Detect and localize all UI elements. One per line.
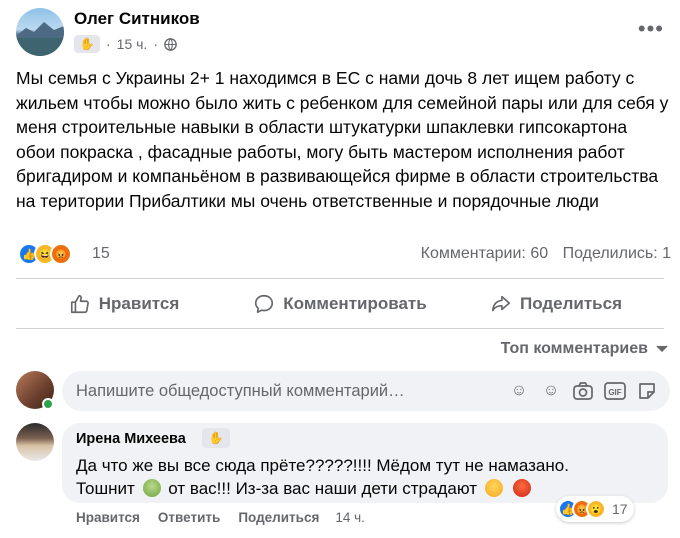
comment-reaction-count: 17 (612, 501, 628, 517)
shares-count[interactable]: Поделились: 1 (563, 245, 671, 262)
chevron-down-icon (656, 345, 668, 353)
post-meta: ✋ · 15 ч. · (74, 34, 177, 54)
share-button[interactable]: Поделиться (448, 286, 664, 322)
comment-icon (255, 294, 274, 314)
emoji-icon[interactable]: ☺ (540, 380, 562, 402)
comment-reply-link[interactable]: Ответить (158, 510, 220, 525)
reaction-icons[interactable]: 👍 😆 😡 (18, 243, 72, 265)
camera-icon[interactable] (572, 380, 594, 402)
sad-face-icon (484, 479, 503, 497)
post-actions: Нравится Комментировать Поделиться (16, 286, 664, 322)
comment-author[interactable]: Ирена Михеева (76, 431, 186, 447)
cursing-face-icon (513, 479, 532, 497)
svg-text:GIF: GIF (608, 388, 621, 397)
comment-reactions[interactable]: 👍 😡 😮 17 (556, 496, 634, 522)
wave-hand-icon: ✋ (202, 428, 230, 448)
post-stats: Комментарии: 60 Поделились: 1 (421, 245, 671, 263)
comment-time[interactable]: 14 ч. (335, 510, 365, 525)
avatar-sticker-icon[interactable]: ☺ (508, 380, 530, 402)
comment-input[interactable]: Напишите общедоступный комментарий… ☺ ☺ … (62, 371, 670, 411)
online-status-indicator (42, 398, 54, 410)
comment-share-link[interactable]: Поделиться (238, 510, 319, 525)
gif-icon[interactable]: GIF (604, 380, 626, 402)
share-label: Поделиться (519, 294, 623, 313)
wow-reaction-icon: 😮 (586, 499, 606, 519)
comment-bubble: Ирена Михеева ✋ Да что же вы все сюда пр… (62, 423, 668, 503)
nauseated-face-icon (142, 479, 161, 497)
author-name[interactable]: Олег Ситников (74, 9, 200, 29)
commenter-avatar[interactable] (16, 423, 54, 461)
more-options-icon[interactable]: ••• (638, 16, 664, 42)
comment-sort-dropdown[interactable]: Топ комментариев (501, 340, 668, 358)
divider (16, 278, 664, 279)
reaction-count[interactable]: 15 (92, 245, 110, 263)
comment-actions: Нравится Ответить Поделиться 14 ч. (76, 510, 383, 525)
like-label: Нравится (98, 294, 180, 313)
composer-icons: ☺ ☺ GIF (508, 380, 658, 402)
divider (16, 328, 664, 329)
post-header: Олег Ситников ✋ · 15 ч. · ••• (0, 0, 680, 62)
sort-label: Топ комментариев (500, 340, 648, 357)
comment-input-placeholder: Напишите общедоступный комментарий… (76, 382, 405, 400)
comment-label: Комментировать (283, 294, 427, 313)
share-icon (491, 295, 511, 312)
post-text: Мы семья с Украины 2+ 1 находимся в ЕС с… (16, 68, 669, 211)
thumbs-up-icon (70, 294, 89, 314)
author-avatar[interactable] (16, 8, 64, 56)
wave-hand-icon: ✋ (74, 35, 100, 53)
like-button[interactable]: Нравится (16, 286, 232, 322)
comment-text: Да что же вы все сюда прёте?????!!!! Мёд… (76, 456, 569, 498)
angry-reaction-icon: 😡 (50, 243, 72, 265)
comment-like-link[interactable]: Нравится (76, 510, 140, 525)
reactions-bar: 👍 😆 😡 15 Комментарии: 60 Поделились: 1 (16, 240, 671, 268)
globe-icon (164, 37, 177, 51)
comment-button[interactable]: Комментировать (232, 286, 448, 322)
comments-count[interactable]: Комментарии: 60 (421, 245, 548, 262)
sticker-icon[interactable] (636, 380, 658, 402)
post-time[interactable]: 15 ч. (117, 36, 148, 52)
